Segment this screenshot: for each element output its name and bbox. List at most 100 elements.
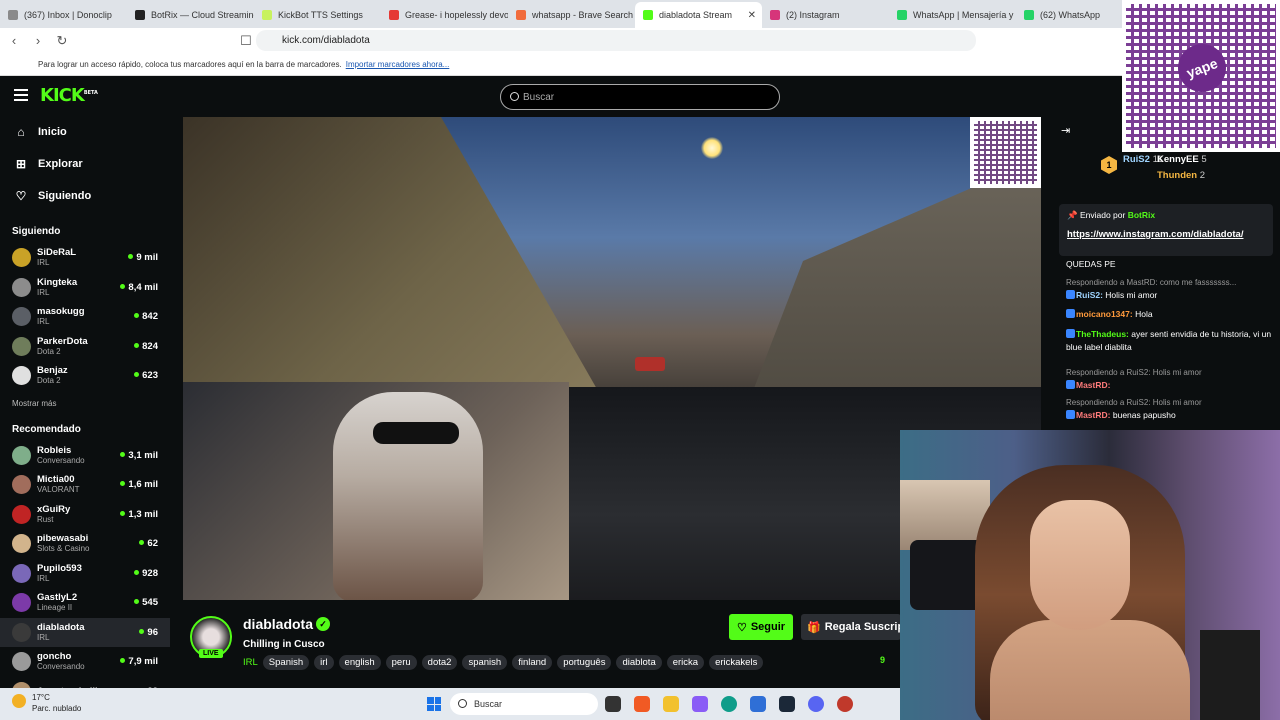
- search-input[interactable]: Buscar: [500, 84, 780, 110]
- browser-tab[interactable]: (2) Instagram: [762, 2, 889, 28]
- category-link[interactable]: IRL: [243, 655, 258, 670]
- chat-username[interactable]: TheThadeus:: [1076, 329, 1129, 339]
- app-icon[interactable]: [837, 696, 853, 712]
- tag-chip[interactable]: português: [557, 655, 612, 670]
- channel-name: diabladota: [37, 621, 85, 633]
- avatar: [12, 475, 31, 495]
- nav-icon: ♡: [15, 189, 27, 203]
- taskbar-search-input[interactable]: Buscar: [450, 693, 598, 715]
- tag-chip[interactable]: spanish: [462, 655, 508, 670]
- browser-tab[interactable]: (367) Inbox | Donoclip: [0, 2, 127, 28]
- tag-chip[interactable]: irl: [314, 655, 334, 670]
- url-field[interactable]: kick.com/diabladota: [256, 30, 976, 51]
- follow-button[interactable]: ♡ Seguir: [729, 614, 793, 640]
- streamer-name[interactable]: diabladota: [243, 616, 313, 632]
- browser-tab[interactable]: WhatsApp | Mensajería y: [889, 2, 1016, 28]
- tag-chip[interactable]: dota2: [421, 655, 458, 670]
- browser-tab[interactable]: Grease- i hopelessly devot: [381, 2, 508, 28]
- chat-username[interactable]: moicano1347:: [1076, 309, 1133, 319]
- browser-tab[interactable]: KickBot TTS Settings: [254, 2, 381, 28]
- channel-category: IRL: [37, 573, 50, 583]
- pinned-by-user: BotRix: [1127, 210, 1156, 220]
- chat-text: Holis mi amor: [1105, 290, 1158, 300]
- forward-icon[interactable]: ›: [28, 33, 48, 48]
- sidebar-channel[interactable]: goncho Conversando 7,9 mil: [0, 647, 170, 677]
- taskbar-search-placeholder: Buscar: [474, 699, 503, 709]
- tag-chip[interactable]: finland: [512, 655, 553, 670]
- show-more-link[interactable]: Mostrar más: [0, 391, 170, 410]
- channel-viewers: 545: [134, 597, 158, 608]
- leaderboard-count: 5: [1201, 154, 1207, 165]
- file-explorer-icon[interactable]: [663, 696, 679, 712]
- browser-tab[interactable]: whatsapp - Brave Search: [508, 2, 635, 28]
- copilot-icon[interactable]: [692, 696, 708, 712]
- sidebar-channel[interactable]: Robleis Conversando 3,1 mil: [0, 441, 170, 471]
- back-icon[interactable]: ‹: [4, 33, 24, 48]
- gift-sub-button[interactable]: 🎁 Regala Suscrip: [801, 614, 901, 640]
- channel-viewers: 7,9 mil: [120, 656, 158, 667]
- channel-name: Robleis: [37, 444, 72, 456]
- browser-tab[interactable]: diabladota Stream ✕: [635, 2, 762, 28]
- edge-icon[interactable]: [721, 696, 737, 712]
- tab-label: (2) Instagram: [786, 10, 840, 20]
- task-view-icon[interactable]: [605, 696, 621, 712]
- sidebar-channel[interactable]: SiDeRaL IRL 9 mil: [0, 243, 170, 273]
- stream-title: Chilling in Cusco: [243, 639, 325, 650]
- sidebar-nav-explorar[interactable]: ⊞ Explorar: [0, 148, 170, 180]
- tab-favicon-icon: [643, 10, 653, 20]
- sidebar-channel[interactable]: GastlyL2 Lineage II 545: [0, 588, 170, 618]
- channel-name: goncho: [37, 651, 72, 663]
- sidebar-channel[interactable]: masokugg IRL 842: [0, 302, 170, 332]
- leaderboard-entry: KennyEE 5: [1157, 154, 1207, 165]
- channel-category: IRL: [37, 258, 50, 268]
- avatar: [12, 652, 31, 672]
- sidebar-channel[interactable]: Mictia00 VALORANT 1,6 mil: [0, 470, 170, 500]
- tag-chip[interactable]: erickakels: [709, 655, 764, 670]
- stream-qr-code: [970, 117, 1041, 188]
- bookmarks-bar: Para lograr un acceso rápido, coloca tus…: [0, 53, 1280, 76]
- weather-temp: 17°C: [32, 693, 50, 702]
- tag-chip[interactable]: peru: [385, 655, 417, 670]
- sidebar-channel[interactable]: Benjaz Dota 2 623: [0, 361, 170, 391]
- sidebar-channel[interactable]: pibewasabi Slots & Casino 62: [0, 529, 170, 559]
- tab-label: KickBot TTS Settings: [278, 10, 363, 20]
- chat-username[interactable]: MastRD:: [1076, 380, 1110, 390]
- store-icon[interactable]: [750, 696, 766, 712]
- webcam-overlay: [900, 430, 1280, 720]
- import-bookmarks-link[interactable]: Importar marcadores ahora...: [346, 60, 450, 69]
- tag-chip[interactable]: diablota: [616, 655, 662, 670]
- windows-start-icon[interactable]: [427, 697, 441, 711]
- sidebar: ⌂ Inicio ⊞ Explorar ♡ Siguiendo Siguiendo SiD…: [0, 116, 170, 688]
- chat-badge-icon: [1066, 380, 1075, 389]
- pinned-url-link[interactable]: https://www.instagram.com/diabladota/: [1067, 229, 1265, 240]
- collapse-chat-icon[interactable]: ⇥: [1061, 124, 1070, 137]
- sidebar-channel[interactable]: diabladota IRL 96: [0, 617, 170, 647]
- reload-icon[interactable]: ↻: [52, 33, 72, 49]
- sidebar-channel[interactable]: Pupilo593 IRL 928: [0, 559, 170, 589]
- avatar: [12, 445, 31, 465]
- browser-tab[interactable]: BotRix — Cloud Streaming: [127, 2, 254, 28]
- brave-icon[interactable]: [634, 696, 650, 712]
- tag-chip[interactable]: ericka: [666, 655, 705, 670]
- chat-username[interactable]: MastRD:: [1076, 410, 1110, 420]
- close-tab-icon[interactable]: ✕: [748, 10, 756, 21]
- sidebar-channel[interactable]: ParkerDota Dota 2 824: [0, 332, 170, 362]
- video-building: [743, 157, 1041, 417]
- sidebar-channel[interactable]: Agostorchelli29: [0, 677, 170, 688]
- kick-logo[interactable]: KICKBETA: [40, 85, 98, 106]
- discord-icon[interactable]: [808, 696, 824, 712]
- channel-category: VALORANT: [37, 485, 80, 495]
- tag-chip[interactable]: english: [338, 655, 381, 670]
- chat-username[interactable]: RuiS2:: [1076, 290, 1103, 300]
- bookmark-icon[interactable]: ☐: [236, 33, 256, 49]
- sidebar-nav-siguiendo[interactable]: ♡ Siguiendo: [0, 180, 170, 212]
- sidebar-nav-inicio[interactable]: ⌂ Inicio: [0, 116, 170, 148]
- sidebar-channel[interactable]: Kingteka IRL 8,4 mil: [0, 273, 170, 303]
- chat-message: moicano1347: Hola: [1066, 308, 1276, 321]
- sidebar-channel[interactable]: xGuiRy Rust 1,3 mil: [0, 500, 170, 530]
- video-face-cam: [183, 382, 569, 600]
- steam-icon[interactable]: [779, 696, 795, 712]
- weather-widget[interactable]: 17°C Parc. nublado: [12, 692, 81, 714]
- tag-chip[interactable]: Spanish: [262, 655, 310, 670]
- menu-icon[interactable]: [14, 89, 28, 101]
